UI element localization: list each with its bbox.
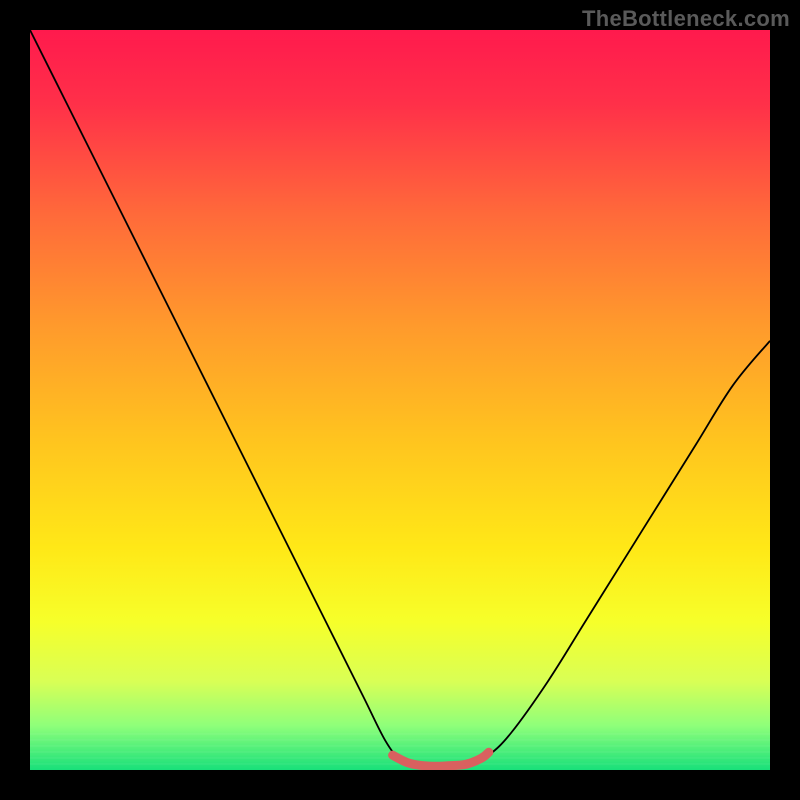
watermark-text: TheBottleneck.com [582, 6, 790, 32]
chart-plot-area [30, 30, 770, 770]
chart-svg [30, 30, 770, 770]
chart-frame: TheBottleneck.com [0, 0, 800, 800]
chart-background [30, 30, 770, 770]
